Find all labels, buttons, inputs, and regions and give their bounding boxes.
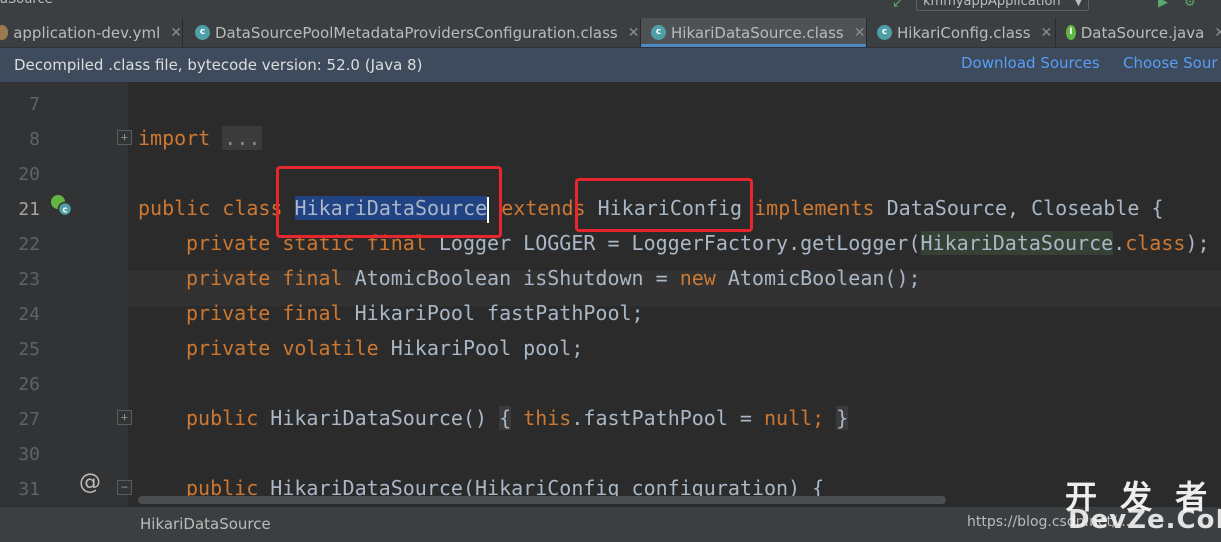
tab-datasourcepoolmetadataprovidersconfiguration[interactable]: c DataSourcePoolMetadataProvidersConfigu… <box>183 18 641 47</box>
window-title: aSource <box>0 0 53 7</box>
code-line-27: public HikariDataSource() { this.fastPat… <box>186 401 849 436</box>
line-number: 25 <box>18 339 40 360</box>
code-text: HikariPool fastPathPool; <box>354 301 644 325</box>
keyword: this <box>523 406 572 430</box>
svg-text:c: c <box>62 206 67 216</box>
close-icon[interactable]: ✕ <box>1214 25 1221 41</box>
line-number: 24 <box>18 304 40 325</box>
code-text: AtomicBoolean(); <box>727 266 921 290</box>
watermark-logo-domain: DevZe.CoM <box>1068 505 1221 535</box>
folded-brace[interactable]: } <box>836 406 849 430</box>
line-number: 8 <box>29 129 40 150</box>
keyword: import <box>138 126 211 150</box>
breadcrumb[interactable]: HikariDataSource <box>140 515 271 533</box>
keyword: null; <box>764 406 825 430</box>
tab-datasource-java[interactable]: I DataSource.java ✕ <box>1056 18 1221 47</box>
code-text: ); <box>1185 231 1210 255</box>
usage-highlight: HikariDataSource <box>920 231 1114 255</box>
code-editor[interactable]: import ... public class HikariDataSource… <box>128 82 1221 506</box>
choose-sources-link[interactable]: Choose Sour <box>1123 54 1218 72</box>
folded-brace[interactable]: { <box>499 406 512 430</box>
line-number: 26 <box>18 374 40 395</box>
interface-file-icon: I <box>1066 25 1076 40</box>
keyword: extends <box>501 196 586 220</box>
horizontal-scrollbar[interactable] <box>138 496 946 504</box>
keyword: public class <box>138 196 283 220</box>
code-line-8: import ... <box>138 121 263 156</box>
close-icon[interactable]: ✕ <box>170 25 182 41</box>
tab-label: DataSource.java <box>1080 23 1205 42</box>
window-title-bar: aSource ↙ kmmyappApplication ▼ ▶ ⚙ <box>0 0 1221 18</box>
annotation-at-icon[interactable]: @ <box>79 470 101 495</box>
code-text: DataSource, Closeable { <box>886 196 1164 220</box>
tab-label: application-dev.yml <box>13 23 161 42</box>
folded-imports[interactable]: ... <box>222 126 263 150</box>
tab-label: DataSourcePoolMetadataProvidersConfigura… <box>215 23 618 42</box>
code-text: . <box>1113 231 1126 255</box>
editor-gutter: 7 8 20 21 22 23 24 25 26 27 30 31 + + − <box>0 82 132 506</box>
run-configuration-select[interactable]: kmmyappApplication ▼ <box>916 0 1090 11</box>
keyword: private volatile <box>186 336 379 360</box>
line-number: 7 <box>29 94 40 115</box>
line-number: 21 <box>18 199 40 220</box>
code-text: .fastPathPool = <box>571 406 765 430</box>
editor-tabs: application-dev.yml ✕ c DataSourcePoolMe… <box>0 18 1221 48</box>
close-icon[interactable]: ✕ <box>854 25 866 41</box>
code-text: HikariDataSource() <box>270 406 488 430</box>
yml-file-icon <box>0 25 9 40</box>
chevron-down-icon: ▼ <box>1074 0 1083 8</box>
tab-hikaridatasource-class[interactable]: c HikariDataSource.class ✕ <box>641 18 867 47</box>
line-number: 20 <box>18 164 40 185</box>
tab-label: HikariConfig.class <box>897 23 1031 42</box>
line-number: 23 <box>18 269 40 290</box>
line-number: 31 <box>18 479 40 500</box>
class-file-icon: c <box>877 25 892 40</box>
tab-application-dev-yml[interactable]: application-dev.yml ✕ <box>0 18 183 47</box>
debug-icon[interactable]: ⚙ <box>1184 0 1196 10</box>
line-number: 22 <box>18 234 40 255</box>
build-arrow-icon[interactable]: ↙ <box>892 0 903 11</box>
code-line-24: private final HikariPool fastPathPool; <box>186 296 644 331</box>
tab-hikariconfig-class[interactable]: c HikariConfig.class ✕ <box>867 18 1056 47</box>
download-sources-link[interactable]: Download Sources <box>961 54 1100 72</box>
code-line-25: private volatile HikariPool pool; <box>186 331 583 366</box>
annotation-box-hikariconfig <box>575 178 753 232</box>
line-number: 30 <box>18 444 40 465</box>
decompiled-message: Decompiled .class file, bytecode version… <box>14 56 423 74</box>
line-number: 27 <box>18 409 40 430</box>
close-icon[interactable]: ✕ <box>628 25 640 41</box>
run-configuration-label: kmmyappApplication <box>923 0 1061 9</box>
class-file-icon: c <box>651 25 666 40</box>
annotation-box-hikaridatasource <box>276 166 502 238</box>
close-icon[interactable]: ✕ <box>1041 25 1053 41</box>
tab-label: HikariDataSource.class <box>671 23 844 42</box>
keyword: private final <box>186 301 343 325</box>
status-bar: HikariDataSource https://blog.csdn.net/.… <box>0 506 1221 542</box>
keyword: public <box>186 406 259 430</box>
code-text: Logger LOGGER = LoggerFactory.getLogger( <box>438 231 921 255</box>
decompiled-info-bar: Decompiled .class file, bytecode version… <box>0 48 1221 82</box>
code-line-23: private final AtomicBoolean isShutdown =… <box>186 261 921 296</box>
code-text: HikariPool pool; <box>390 336 584 360</box>
keyword: new <box>679 266 716 290</box>
class-file-icon: c <box>195 25 210 40</box>
keyword: implements <box>754 196 875 220</box>
run-icon[interactable]: ▶ <box>1158 0 1168 10</box>
subclass-marker-icon[interactable]: c <box>50 194 72 216</box>
keyword: private final <box>186 266 343 290</box>
code-text: AtomicBoolean isShutdown = <box>354 266 680 290</box>
keyword: class <box>1125 231 1186 255</box>
